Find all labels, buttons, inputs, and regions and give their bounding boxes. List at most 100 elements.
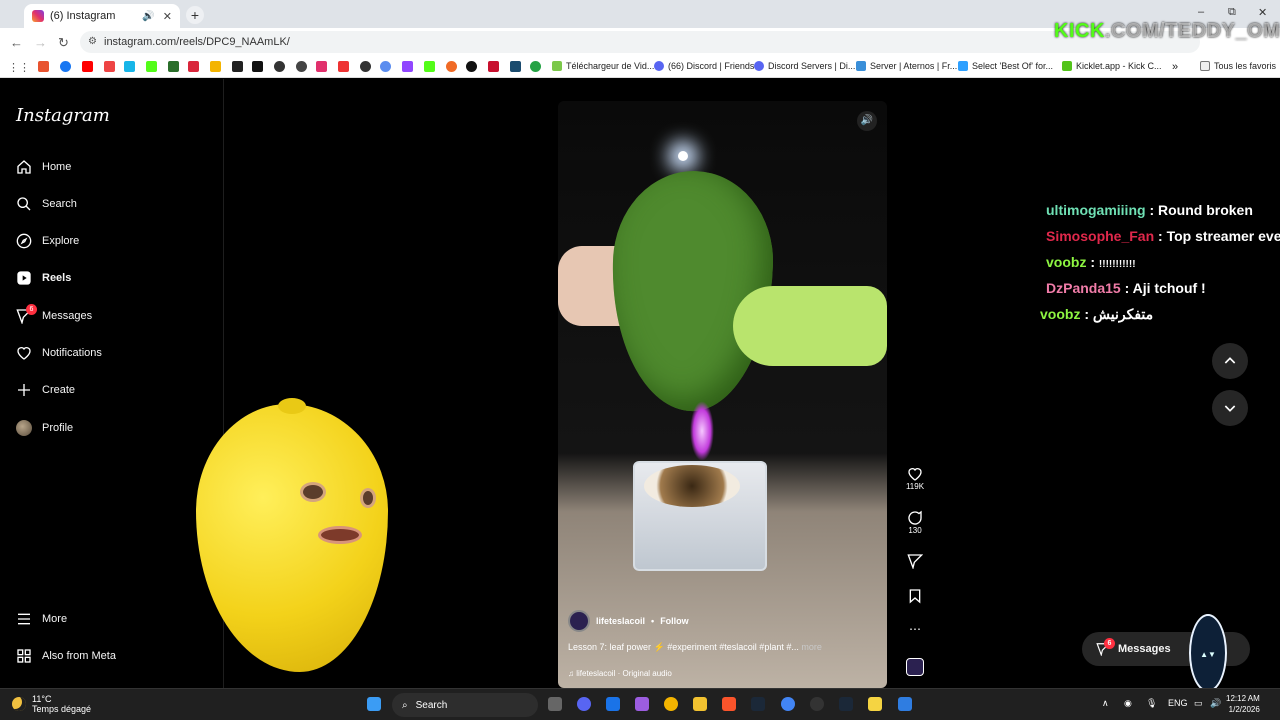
minimize-button[interactable]: –	[1198, 6, 1204, 18]
apps-grid-icon[interactable]: ⋮⋮	[8, 61, 30, 74]
discord-icon[interactable]	[577, 697, 591, 711]
next-reel-button[interactable]	[1212, 390, 1248, 426]
kick-icon[interactable]	[424, 61, 435, 72]
kick-icon[interactable]	[146, 61, 157, 72]
outlook-icon[interactable]	[606, 697, 620, 711]
follow-button[interactable]: Follow	[660, 616, 689, 626]
save-action[interactable]	[903, 588, 927, 604]
mute-button[interactable]: 🔊	[857, 111, 877, 131]
sidebar-item-reels[interactable]: Reels	[16, 270, 71, 286]
network-icon[interactable]: ▭	[1194, 698, 1203, 709]
weather-widget[interactable]: 11°C Temps dégagé	[12, 694, 91, 714]
bookmark-item[interactable]: Select 'Best Of' for...	[958, 61, 1053, 71]
bookmark-icon[interactable]	[210, 61, 221, 72]
reel-video[interactable]: 🔊 lifeteslacoil • Follow Lesson 7: leaf …	[558, 101, 887, 688]
chrome-icon[interactable]	[664, 697, 678, 711]
twitch-icon[interactable]	[402, 61, 413, 72]
windows-start-icon[interactable]	[367, 697, 381, 711]
speaker-icon[interactable]: 🔊	[142, 11, 154, 22]
maximize-button[interactable]: ⧉	[1228, 6, 1236, 19]
file-explorer-icon[interactable]	[693, 697, 707, 711]
bookmark-item[interactable]: Server | Aternos | Fr...	[856, 61, 957, 71]
tray-overflow-icon[interactable]: ∧	[1102, 698, 1109, 709]
volume-icon[interactable]: 🔊	[1210, 698, 1221, 709]
taskbar-search[interactable]: ⌕ Search	[392, 693, 538, 717]
instagram-icon[interactable]	[316, 61, 327, 72]
sidebar-item-notifications[interactable]: Notifications	[16, 345, 102, 361]
sidebar-item-more[interactable]: More	[16, 611, 67, 627]
author-username[interactable]: lifeteslacoil	[596, 616, 645, 626]
bookmark-item[interactable]: Kicklet.app - Kick C...	[1062, 61, 1162, 71]
system-clock[interactable]: 12:12 AM 1/2/2026	[1226, 693, 1260, 715]
sidebar-item-also-from-meta[interactable]: Also from Meta	[16, 648, 116, 664]
bookmark-icon[interactable]	[380, 61, 391, 72]
bookmark-icon[interactable]	[188, 61, 199, 72]
more-options-icon[interactable]: ⋯	[903, 622, 927, 636]
close-window-button[interactable]: ✕	[1258, 6, 1267, 19]
sidebar-item-home[interactable]: Home	[16, 159, 71, 175]
bookmark-icon[interactable]	[104, 61, 115, 72]
share-action[interactable]	[903, 553, 927, 569]
bookmark-icon[interactable]	[510, 61, 521, 72]
steam-icon[interactable]	[839, 697, 853, 711]
bookmark-icon[interactable]	[168, 61, 179, 72]
new-tab-button[interactable]: +	[186, 6, 204, 24]
microphone-icon[interactable]: 🎙	[1146, 698, 1157, 709]
sidebar-item-messages[interactable]: 6 Messages	[16, 304, 92, 324]
discord-tray-icon[interactable]: ◉	[1124, 698, 1132, 709]
bookmark-icon[interactable]	[38, 61, 49, 72]
url-text: instagram.com/reels/DPC9_NAAmLK/	[104, 36, 290, 48]
forward-arrow-icon[interactable]: →	[34, 35, 47, 50]
site-info-icon[interactable]: ⚙	[88, 31, 97, 53]
previous-reel-button[interactable]	[1212, 343, 1248, 379]
like-action[interactable]: 119K	[903, 466, 927, 491]
reel-audio[interactable]: ♫ lifeteslacoil · Original audio	[568, 669, 868, 678]
bookmark-item[interactable]: Discord Servers | Di...	[754, 61, 855, 71]
tab-title: (6) Instagram	[50, 10, 116, 22]
chrome-active-icon[interactable]	[781, 697, 795, 711]
tiktok-icon[interactable]	[252, 61, 263, 72]
sidebar-item-explore[interactable]: Explore	[16, 233, 79, 249]
reload-icon[interactable]: ↻	[58, 35, 69, 51]
lemon-eye	[360, 488, 376, 508]
author-avatar[interactable]	[568, 610, 590, 632]
sidebar-item-create[interactable]: Create	[16, 382, 75, 398]
youtube-icon[interactable]	[82, 61, 93, 72]
steam-icon[interactable]	[751, 697, 765, 711]
language-indicator[interactable]: ENG	[1168, 698, 1188, 708]
facebook-icon[interactable]	[60, 61, 71, 72]
sidebar-item-search[interactable]: Search	[16, 196, 77, 212]
chat-message: ultimogamiiing : Round broken	[1046, 202, 1253, 218]
bookmark-icon[interactable]	[466, 61, 477, 72]
brave-icon[interactable]	[722, 697, 736, 711]
bookmark-icon[interactable]	[124, 61, 135, 72]
instagram-logo[interactable]: Instagram	[16, 105, 110, 126]
bookmark-item[interactable]: Téléchargeur de Vid...	[552, 61, 654, 71]
url-field[interactable]: ⚙ instagram.com/reels/DPC9_NAAmLK/	[80, 31, 1200, 53]
close-icon[interactable]: ✕	[163, 10, 172, 23]
bookmark-icon[interactable]	[274, 61, 285, 72]
bookmark-icon[interactable]	[338, 61, 349, 72]
tab-instagram[interactable]: (6) Instagram 🔊 ✕	[24, 4, 180, 28]
obs-icon[interactable]	[810, 697, 824, 711]
back-arrow-icon[interactable]: ←	[10, 35, 23, 50]
bookmark-icon[interactable]	[360, 61, 371, 72]
bookmarks-overflow-button[interactable]: »	[1172, 61, 1178, 73]
copilot-icon[interactable]	[635, 697, 649, 711]
bookmark-item[interactable]: (66) Discord | Friends	[654, 61, 754, 71]
audio-thumbnail[interactable]	[903, 658, 927, 676]
bookmark-icon[interactable]	[232, 61, 243, 72]
app-icon[interactable]	[868, 697, 882, 711]
all-bookmarks-folder[interactable]: Tous les favoris	[1200, 61, 1276, 71]
bookmark-icon[interactable]	[530, 61, 541, 72]
bookmark-favicon-icon	[552, 61, 562, 71]
weather-text: Temps dégagé	[32, 704, 92, 714]
app-icon[interactable]	[898, 697, 912, 711]
bookmark-icon[interactable]	[488, 61, 499, 72]
sidebar-item-profile[interactable]: Profile	[16, 420, 73, 436]
bookmark-icon[interactable]	[446, 61, 457, 72]
caption-more-link[interactable]: more	[801, 642, 822, 652]
bookmark-icon[interactable]	[296, 61, 307, 72]
comment-action[interactable]: 130	[903, 510, 927, 535]
task-view-icon[interactable]	[548, 697, 562, 711]
